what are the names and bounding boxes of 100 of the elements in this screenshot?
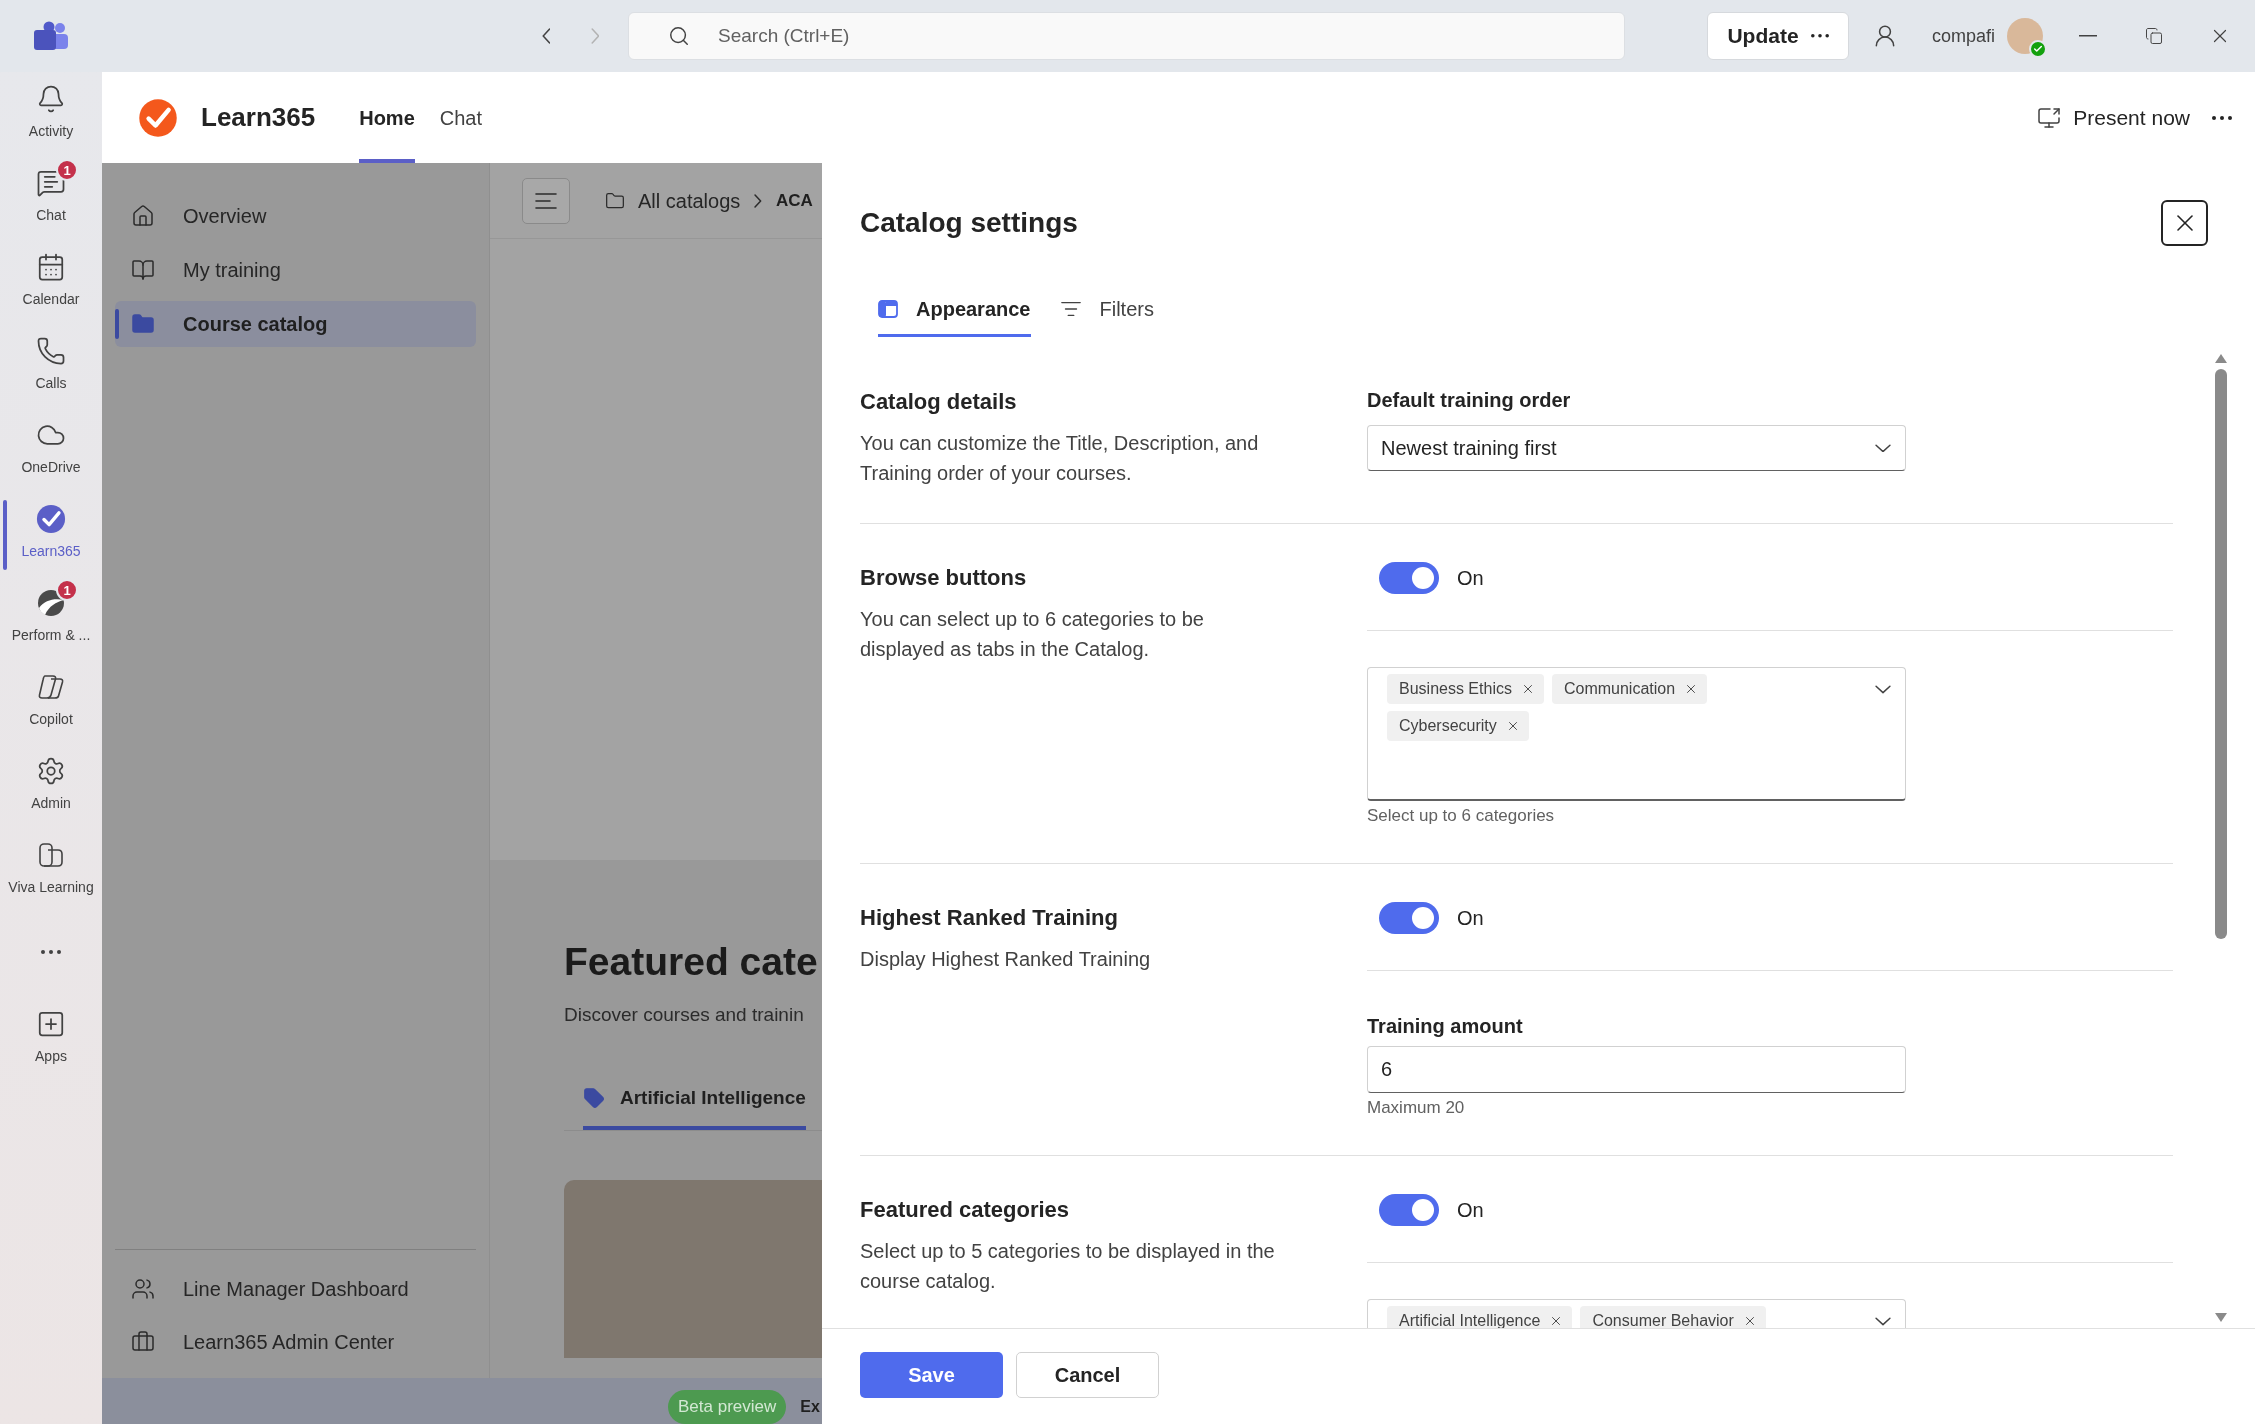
notification-badge: 1 (56, 159, 78, 181)
toggle-switch[interactable] (1379, 1194, 1439, 1226)
chevron-right-icon (754, 193, 762, 208)
dropdown-field[interactable]: Newest training first (1367, 425, 1906, 471)
present-button[interactable]: Present now (2037, 101, 2190, 134)
category-chip[interactable]: Cybersecurity (1387, 711, 1529, 741)
chevron-down-icon (1875, 685, 1891, 694)
field-label: Training amount (1367, 1014, 1524, 1039)
app-bar-item[interactable]: Calendar (0, 240, 102, 324)
app-bar-item[interactable]: OneDrive (0, 408, 102, 492)
scroll-down-arrow-icon (2215, 1313, 2227, 1322)
app-bar-item[interactable]: Copilot (0, 660, 102, 744)
toggle-label: On (1457, 906, 1484, 931)
dialog-tab[interactable]: Filters (1059, 283, 1154, 337)
folder-icon (605, 190, 625, 211)
app-bar-item[interactable]: Calls (0, 324, 102, 408)
menu-button[interactable] (522, 177, 570, 224)
toggle-switch[interactable] (1379, 562, 1439, 594)
app-logo-icon (33, 21, 69, 51)
tag-icon (583, 1087, 605, 1109)
hint-text: Maximum 20 (1367, 1098, 1466, 1118)
number-input[interactable]: 6 (1367, 1046, 1906, 1093)
notification-badge: 1 (56, 579, 78, 601)
multi-select-field[interactable]: Business Ethics Communication Cybersecurity (1367, 667, 1906, 801)
category-chip[interactable]: Business Ethics (1387, 674, 1544, 704)
restore-icon (2145, 27, 2164, 45)
section-description: You can customize the Title, Description, and Training order of your courses. (860, 431, 1260, 486)
app-bar-item[interactable]: 1 Chat (0, 156, 102, 240)
layout-panel-icon (878, 299, 898, 318)
page-heading: Featured cate (564, 939, 819, 985)
nav-item[interactable]: My training (115, 247, 476, 293)
category-chip[interactable]: Consumer Behavior (1580, 1306, 1766, 1328)
check-circle-logo-icon (138, 97, 178, 138)
breadcrumb-link[interactable]: All catalogs (638, 185, 741, 216)
category-tab[interactable]: Artificial Intelligence (583, 1070, 806, 1130)
app-bar-item[interactable]: Activity (0, 72, 102, 156)
swoosh-circle-icon (36, 588, 66, 618)
home-icon (131, 204, 155, 228)
breadcrumb-link[interactable]: ACA (775, 187, 813, 214)
phone-icon (36, 336, 66, 366)
chat-bubble-icon (36, 168, 66, 198)
calendar-icon (36, 252, 66, 282)
search-field[interactable]: Search (Ctrl+E) (628, 12, 1625, 60)
menu-lines-icon (535, 192, 557, 209)
app-bar-item[interactable]: 1 Perform & ... (0, 576, 102, 660)
nav-item[interactable]: Line Manager Dashboard (115, 1266, 476, 1312)
book-icon (36, 840, 66, 870)
status-badge: Beta preview (668, 1390, 787, 1424)
scroll-up-arrow-icon (2215, 354, 2227, 363)
field-label: Default training order (1367, 388, 1572, 413)
search-icon (668, 25, 690, 47)
section-description: Display Highest Ranked Training (860, 947, 1152, 972)
check-circle-icon (36, 504, 66, 534)
more-icon (2212, 115, 2232, 120)
more-icon (41, 950, 61, 954)
dialog-title: Catalog settings (860, 206, 1078, 240)
plus-square-icon (36, 1009, 66, 1039)
app-bar-item[interactable]: Viva Learning (0, 828, 102, 912)
toggle-switch[interactable] (1379, 902, 1439, 934)
section-description: Select up to 5 categories to be displayed in the course catalog. (860, 1239, 1276, 1294)
gear-icon (36, 756, 66, 786)
chevron-right-icon (590, 28, 600, 44)
folder-icon (131, 312, 155, 336)
app-name: Learn365 (201, 101, 316, 134)
toggle-label: On (1457, 1198, 1484, 1223)
category-chip[interactable]: Communication (1551, 674, 1708, 704)
section-title: Catalog details (860, 388, 1018, 416)
status-check-icon (2029, 40, 2048, 58)
save-button[interactable]: Save (860, 1352, 1003, 1398)
section-title: Browse buttons (860, 564, 1028, 592)
close-button[interactable] (2161, 200, 2208, 246)
footer-text: Ex (800, 1397, 820, 1417)
section-title: Featured categories (860, 1196, 1071, 1224)
people-icon (131, 1277, 155, 1301)
chevron-down-icon (1875, 443, 1891, 453)
open-book-icon (131, 258, 155, 282)
header-tab[interactable]: Chat (439, 72, 482, 163)
toggle-label: On (1457, 566, 1484, 591)
section-title: Highest Ranked Training (860, 904, 1119, 932)
chevron-down-icon (1875, 1317, 1891, 1326)
nav-item[interactable]: Learn365 Admin Center (115, 1319, 476, 1365)
user-name: compafi (1932, 24, 1996, 48)
bell-icon (36, 84, 66, 114)
nav-item[interactable]: Overview (115, 193, 476, 239)
section-description: You can select up to 6 categories to be displayed as tabs in the Catalog. (860, 607, 1205, 662)
app-bar-item[interactable]: Admin (0, 744, 102, 828)
avatar-placeholder[interactable] (2007, 18, 2044, 54)
scrollbar-thumb[interactable] (2215, 369, 2227, 939)
share-screen-icon (2037, 105, 2062, 130)
dialog-tab[interactable]: Appearance (878, 283, 1031, 337)
minimize-icon (2079, 35, 2098, 37)
overlapping-shapes-icon (36, 672, 66, 702)
cancel-button[interactable]: Cancel (1016, 1352, 1159, 1398)
more-icon (1810, 34, 1829, 38)
app-bar-item[interactable]: Learn365 (0, 492, 102, 576)
briefcase-icon (131, 1330, 155, 1354)
hint-text: Select up to 6 categories (1367, 806, 1556, 826)
update-button[interactable]: Update (1707, 12, 1849, 60)
nav-item[interactable]: Course catalog (115, 301, 476, 347)
apps-button[interactable]: Apps (0, 992, 102, 1076)
